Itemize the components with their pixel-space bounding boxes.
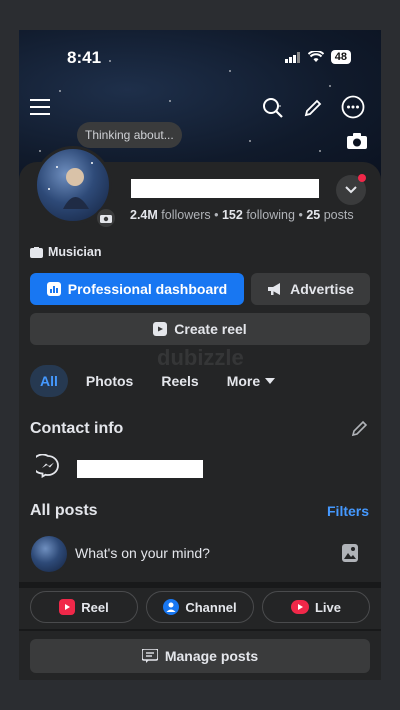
app-screen: 8:41 48 Thinking about... 2.4M followers…	[19, 30, 381, 680]
advertise-label: Advertise	[290, 281, 354, 297]
channel-icon	[163, 599, 180, 615]
tab-more-label: More	[226, 373, 261, 389]
posts-label: posts	[323, 208, 354, 222]
following-count[interactable]: 152	[222, 208, 243, 222]
followers-label: followers	[161, 208, 211, 222]
wifi-icon	[307, 51, 324, 62]
professional-dashboard-button[interactable]: Professional dashboard	[30, 273, 244, 305]
tab-all[interactable]: All	[30, 365, 68, 397]
menu-icon[interactable]	[29, 96, 51, 118]
category-label: Musician	[48, 245, 102, 259]
live-button[interactable]: Live	[262, 591, 370, 623]
create-reel-button[interactable]: Create reel	[30, 313, 370, 345]
status-time: 8:41	[67, 48, 102, 67]
profile-stats: 2.4M followers • 152 following • 25 post…	[130, 208, 354, 222]
thinking-text: Thinking about...	[85, 128, 174, 142]
edit-contact-icon[interactable]	[350, 418, 370, 438]
edit-icon[interactable]	[301, 96, 325, 120]
stats-separator-2: •	[298, 208, 303, 222]
section-divider-2	[19, 629, 381, 631]
profile-category: Musician	[30, 245, 102, 259]
top-nav	[19, 94, 381, 124]
notification-dot	[358, 174, 366, 182]
channel-button[interactable]: Channel	[146, 591, 254, 623]
caret-down-icon	[265, 378, 276, 384]
reel-button[interactable]: Reel	[30, 591, 138, 623]
manage-posts-button[interactable]: Manage posts	[30, 639, 370, 673]
section-divider	[19, 582, 381, 588]
followers-count[interactable]: 2.4M	[130, 208, 158, 222]
composer-avatar	[31, 536, 67, 572]
following-label: following	[246, 208, 295, 222]
manage-posts-icon	[141, 649, 158, 663]
advertise-button[interactable]: Advertise	[251, 273, 370, 305]
contact-info-title: Contact info	[30, 420, 124, 437]
filters-link[interactable]: Filters	[327, 503, 369, 519]
search-icon[interactable]	[261, 96, 285, 120]
signal-icon	[284, 51, 300, 63]
contact-value-redacted	[77, 460, 203, 478]
channel-label: Channel	[185, 599, 237, 615]
more-options-icon[interactable]	[340, 94, 366, 120]
all-posts-title: All posts	[30, 502, 98, 519]
messenger-icon	[36, 454, 60, 478]
status-icons: 48	[284, 50, 351, 64]
live-label: Live	[314, 599, 341, 615]
status-bar: 8:41 48	[19, 30, 381, 84]
profile-tabs: All Photos Reels More	[30, 365, 285, 397]
posts-count: 25	[306, 208, 321, 222]
stats-separator-1: •	[214, 208, 219, 222]
manage-posts-label: Manage posts	[164, 648, 259, 664]
profile-name-redacted	[131, 179, 319, 198]
chevron-down-icon	[345, 186, 357, 194]
cover-camera-icon[interactable]	[345, 130, 369, 152]
avatar-camera-icon[interactable]	[95, 207, 117, 229]
dashboard-icon	[46, 282, 61, 296]
tab-more[interactable]: More	[217, 365, 285, 397]
battery-indicator: 48	[330, 50, 351, 64]
category-icon	[30, 246, 43, 258]
reel-icon	[153, 322, 168, 336]
megaphone-icon	[268, 283, 281, 295]
reel-label: Reel	[81, 599, 109, 615]
reel-icon	[59, 599, 76, 615]
composer-input[interactable]: What's on your mind?	[75, 545, 210, 561]
professional-dashboard-label: Professional dashboard	[67, 281, 228, 297]
thinking-bubble[interactable]: Thinking about...	[77, 122, 182, 148]
photo-icon[interactable]	[342, 544, 358, 567]
tab-photos[interactable]: Photos	[76, 365, 143, 397]
create-reel-label: Create reel	[174, 321, 247, 337]
tab-reels[interactable]: Reels	[151, 365, 208, 397]
live-icon	[290, 600, 309, 614]
